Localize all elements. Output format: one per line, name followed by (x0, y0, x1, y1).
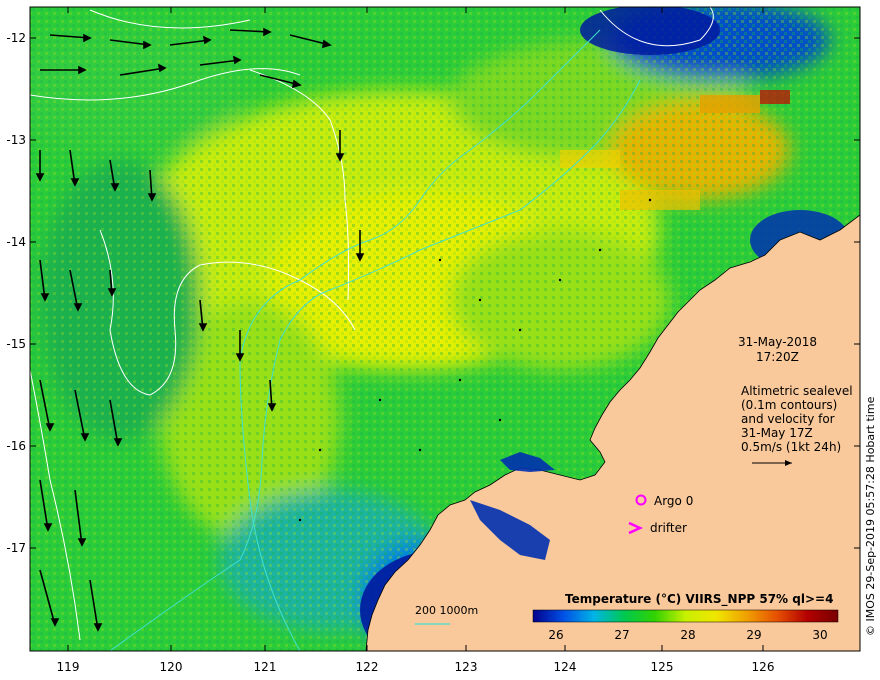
altimetry-description: Altimetric sealevel (0.1m contours) and … (741, 384, 871, 454)
lon-tick: 126 (751, 660, 775, 674)
altimetry-line: and velocity for (741, 412, 835, 426)
map-date: 31-May-2018 (738, 335, 818, 349)
altimetry-line: 0.5m/s (1kt 24h) (741, 440, 842, 454)
altimetry-line: 31-May 17Z (741, 426, 813, 440)
credit-text: © IMOS 29-Sep-2019 05:57:28 Hobart time (864, 396, 877, 636)
drifter-label: drifter (650, 521, 687, 535)
colorbar-title: Temperature (°C) VIIRS_NPP 57% ql>=4 (565, 592, 834, 606)
colorbar-tick: 26 (548, 628, 564, 642)
lat-tick: -17 (6, 541, 26, 555)
lat-tick: -16 (6, 439, 26, 453)
argo-label: Argo 0 (654, 494, 694, 508)
colorbar-tick: 28 (680, 628, 696, 642)
lon-tick: 121 (253, 660, 277, 674)
colorbar-tick: 29 (746, 628, 762, 642)
lon-tick: 122 (355, 660, 379, 674)
lon-tick: 124 (553, 660, 577, 674)
lon-tick: 119 (56, 660, 80, 674)
temperature-colorbar (532, 609, 839, 623)
lon-tick: 120 (159, 660, 183, 674)
map-time: 17:20Z (756, 350, 799, 364)
lat-tick: -13 (6, 133, 26, 147)
lat-tick: -12 (6, 31, 26, 45)
colorbar-tick: 27 (614, 628, 630, 642)
lat-tick: -15 (6, 337, 26, 351)
bathymetry-label: 200 1000m (415, 604, 479, 617)
lon-tick: 123 (454, 660, 478, 674)
altimetry-line: (0.1m contours) (741, 398, 838, 412)
colorbar-tick: 30 (812, 628, 828, 642)
lat-tick: -14 (6, 235, 26, 249)
lon-tick: 125 (650, 660, 674, 674)
altimetry-line: Altimetric sealevel (741, 384, 853, 398)
